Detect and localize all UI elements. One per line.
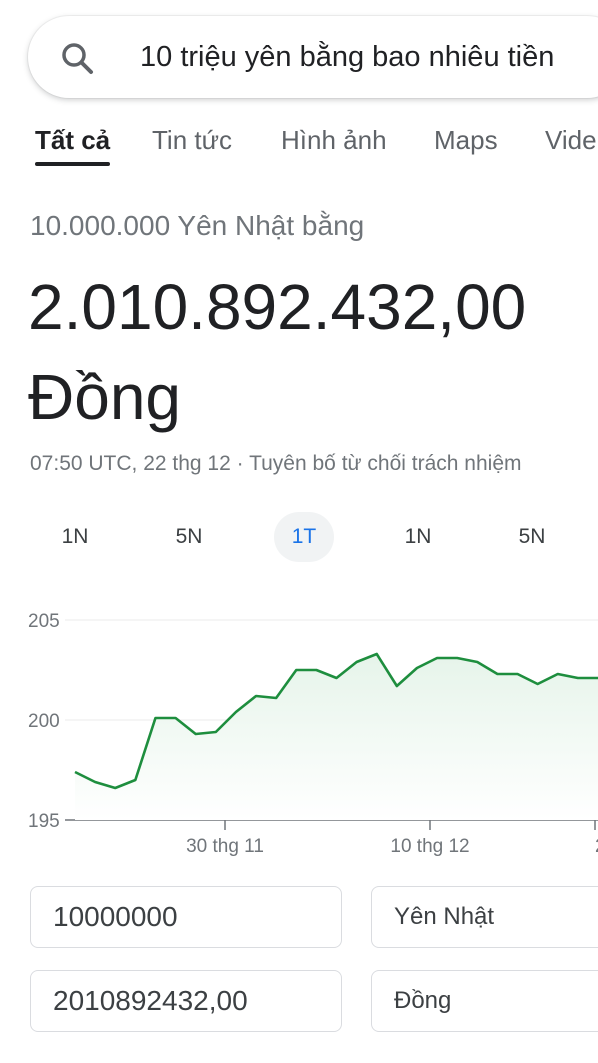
x-tick-label: 30 thg 11 bbox=[186, 836, 264, 857]
to-amount-field[interactable]: 2010892432,00 bbox=[30, 970, 342, 1032]
to-unit-value[interactable]: Đồng bbox=[394, 987, 451, 1015]
range-1-year[interactable]: 1N bbox=[388, 512, 448, 562]
tab-news[interactable]: Tin tức bbox=[152, 120, 232, 160]
conversion-result-currency: Đồng bbox=[28, 361, 181, 433]
y-tick-label: 200 bbox=[28, 711, 60, 732]
tab-all[interactable]: Tất cả bbox=[35, 120, 110, 160]
conversion-result: 2.010.892.432,00 Đồng bbox=[28, 262, 588, 442]
search-input[interactable]: 10 triệu yên bằng bao nhiêu tiền bbox=[140, 38, 554, 76]
y-tick-label: 195 bbox=[28, 811, 60, 832]
search-bar[interactable]: 10 triệu yên bằng bao nhiêu tiền bbox=[28, 16, 598, 98]
range-5-year[interactable]: 5N bbox=[502, 512, 562, 562]
conversion-result-number: 2.010.892.432,00 bbox=[28, 271, 527, 343]
y-tick-label: 205 bbox=[28, 611, 60, 632]
tab-videos[interactable]: Vide bbox=[545, 120, 597, 160]
from-amount-field[interactable]: 10000000 bbox=[30, 886, 342, 948]
range-1-month[interactable]: 1T bbox=[274, 512, 334, 562]
search-icon[interactable] bbox=[60, 41, 94, 75]
conversion-source-label: 10.000.000 Yên Nhật bằng bbox=[30, 210, 365, 241]
page: 10 triệu yên bằng bao nhiêu tiền Tất cả … bbox=[0, 0, 598, 1063]
to-unit-select[interactable]: Đồng bbox=[371, 970, 598, 1032]
tab-images[interactable]: Hình ảnh bbox=[281, 120, 387, 160]
x-tick-label: 10 thg 12 bbox=[390, 836, 469, 857]
conversion-timestamp-disclaimer[interactable]: 07:50 UTC, 22 thg 12 · Tuyên bố từ chối … bbox=[30, 452, 522, 476]
tab-active-indicator bbox=[35, 162, 110, 166]
exchange-rate-chart[interactable]: 20520019530 thg 1110 thg 122 bbox=[0, 590, 598, 870]
tab-maps[interactable]: Maps bbox=[434, 120, 498, 160]
search-tabs: Tất cả Tin tức Hình ảnh Maps Vide bbox=[0, 120, 598, 170]
from-unit-value[interactable]: Yên Nhật bbox=[394, 903, 494, 931]
range-1-day[interactable]: 1N bbox=[45, 512, 105, 562]
from-unit-select[interactable]: Yên Nhật bbox=[371, 886, 598, 948]
to-amount-value[interactable]: 2010892432,00 bbox=[53, 985, 248, 1017]
range-5-day[interactable]: 5N bbox=[159, 512, 219, 562]
from-amount-value[interactable]: 10000000 bbox=[53, 901, 178, 933]
